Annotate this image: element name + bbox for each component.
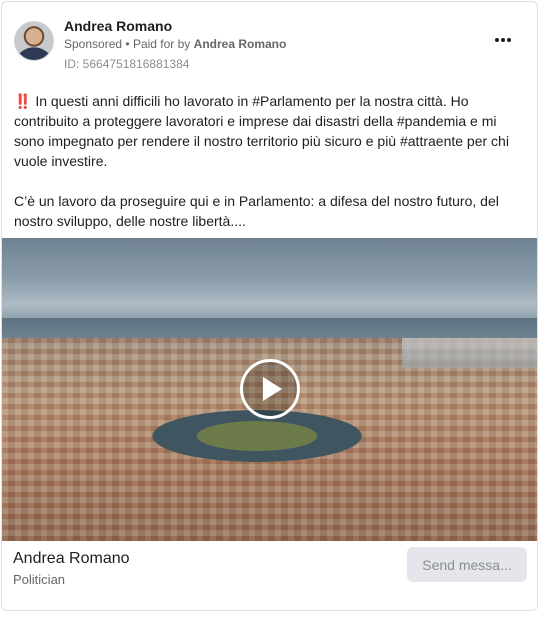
- more-horizontal-icon: [495, 38, 499, 42]
- page-name[interactable]: Andrea Romano: [13, 550, 130, 568]
- avatar[interactable]: [14, 21, 54, 61]
- more-horizontal-icon-dot: [501, 38, 505, 42]
- sponsor-line: Sponsored • Paid for by Andrea Romano: [64, 37, 286, 51]
- video-player[interactable]: [2, 238, 537, 541]
- paid-for-prefix: Paid for by: [132, 37, 191, 51]
- video-fortress: [152, 410, 362, 462]
- ad-footer: Andrea Romano Politician Send messa...: [2, 541, 537, 610]
- sponsored-label: Sponsored: [64, 37, 123, 51]
- video-harbor: [402, 338, 537, 368]
- paid-for-name: Andrea Romano: [193, 37, 287, 51]
- ad-header: Andrea Romano Sponsored • Paid for by An…: [14, 18, 525, 74]
- page-category: Politician: [13, 572, 66, 587]
- author-name[interactable]: Andrea Romano: [64, 18, 172, 34]
- post-paragraph: ‼️ In questi anni difficili ho lavorato …: [14, 93, 509, 169]
- separator: •: [125, 37, 130, 51]
- more-options-button[interactable]: [489, 30, 517, 50]
- post-paragraph: C’è un lavoro da proseguire qui e in Par…: [14, 193, 499, 229]
- play-icon: [263, 377, 282, 401]
- play-button[interactable]: [240, 359, 300, 419]
- send-message-button[interactable]: Send messa...: [407, 547, 527, 582]
- post-text: ‼️ In questi anni difficili ho lavorato …: [14, 91, 514, 251]
- ad-card: Andrea Romano Sponsored • Paid for by An…: [1, 1, 538, 611]
- more-horizontal-icon-dot: [507, 38, 511, 42]
- ad-id: ID: 5664751816881384: [64, 57, 190, 71]
